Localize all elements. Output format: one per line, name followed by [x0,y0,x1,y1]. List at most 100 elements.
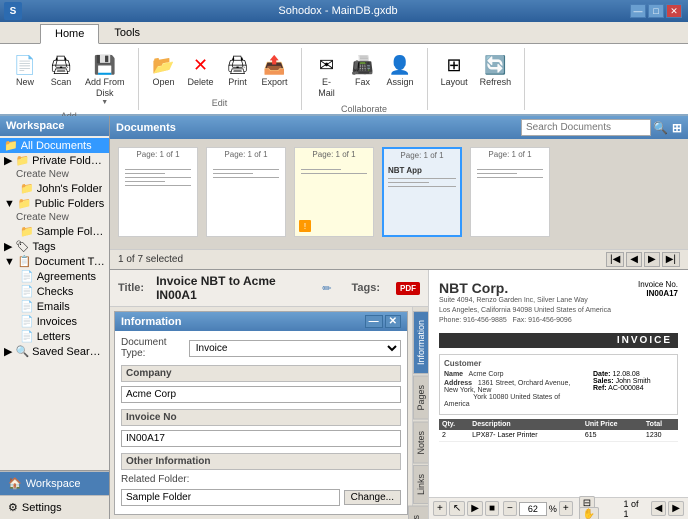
thumbnail-2[interactable]: Page: 1 of 1 [206,147,286,237]
thumb4-page: Page: 1 of 1 [398,149,445,162]
sidebar-item-create-new-private[interactable]: Create New [0,168,109,181]
preview-zoom-out[interactable]: − [503,501,517,516]
thumbnail-4[interactable]: Page: 1 of 1 NBT App [382,147,462,237]
related-folder-input[interactable] [121,489,340,506]
search-input[interactable] [521,119,651,136]
side-tab-notes[interactable]: Notes [413,422,429,464]
side-tab-links[interactable]: Links [413,465,429,504]
public-folders-icon: ▼ [4,198,15,210]
document-title: Invoice NBT to Acme IN00A1 [156,274,310,302]
preview-cursor-btn[interactable]: ↖ [449,501,465,516]
side-tab-other[interactable]: Other Details [408,506,429,519]
preview-add-btn[interactable]: + [433,501,447,516]
refresh-button[interactable]: 🔄 Refresh [475,50,517,91]
ribbon-group-collaborate: ✉ E-Mail 📠 Fax 👤 Assign Collaborate [302,48,428,110]
sidebar-item-public-folders[interactable]: ▼ 📁 Public Folders [0,196,109,211]
customer-right: Date: 12.08.08 Sales: John Smith Ref: AC… [593,371,673,410]
workspace-button[interactable]: 🏠 Workspace [0,471,109,495]
sidebar-item-johns-folder[interactable]: 📁 John's Folder [0,181,109,196]
preview-stop-btn[interactable]: ■ [485,501,499,516]
sidebar-item-agreements[interactable]: 📄 Agreements [0,269,109,284]
preview-next-page[interactable]: ▶ [668,501,684,516]
nav-first[interactable]: |◀ [606,252,624,267]
assign-button[interactable]: 👤 Assign [382,50,419,91]
sidebar-item-private-folders[interactable]: ▶ 📁 Private Folders [0,153,109,168]
info-panel-minimize[interactable]: — [365,315,383,328]
sidebar-item-checks[interactable]: 📄 Checks [0,284,109,299]
doc-type-select[interactable]: Invoice Agreement Check Email Letter [189,340,401,357]
sidebar-item-emails[interactable]: 📄 Emails [0,299,109,314]
sidebar-item-doc-types[interactable]: ▼ 📋 Document Types [0,254,109,269]
minimize-button[interactable]: — [630,4,646,18]
edit-group-label: Edit [212,96,228,108]
email-button[interactable]: ✉ E-Mail [310,50,344,102]
nav-prev[interactable]: ◀ [626,252,642,267]
thumbnail-1[interactable]: Page: 1 of 1 [118,147,198,237]
layout-toggle-icon[interactable]: ⊞ [672,121,682,135]
company-input[interactable] [121,386,401,403]
scan-icon: 🖨 [49,53,73,77]
fax-button[interactable]: 📠 Fax [346,50,380,91]
thumb1-content [119,161,197,236]
sidebar-item-sample-folder[interactable]: 📁 Sample Folder [0,224,109,239]
side-tab-pages[interactable]: Pages [413,376,429,420]
sidebar-item-letters[interactable]: 📄 Letters [0,329,109,344]
nav-next[interactable]: ▶ [644,252,660,267]
emails-label: Emails [37,301,70,313]
print-button[interactable]: 🖨 Print [221,50,255,91]
customer-left: Name Acme Corp Address 1361 Street, Orch… [444,371,585,410]
info-panel-title-text: Information [121,316,182,328]
sidebar-item-tags[interactable]: ▶ 🏷 Tags [0,239,109,254]
assign-icon: 👤 [388,53,412,77]
add-from-disk-button[interactable]: 💾 Add FromDisk ▼ [80,50,130,109]
thumbnail-5[interactable]: Page: 1 of 1 [470,147,550,237]
ribbon-group-add-buttons: 📄 New 🖨 Scan 💾 Add FromDisk ▼ [8,50,130,109]
fax-icon: 📠 [351,53,375,77]
settings-button[interactable]: ⚙ Settings [0,495,109,519]
title-row: Title: Invoice NBT to Acme IN00A1 ✏ Tags… [110,270,428,307]
thumbnail-3[interactable]: Page: 1 of 1 ! [294,147,374,237]
zoom-input[interactable] [519,502,547,516]
sidebar-item-create-new-public[interactable]: Create New [0,211,109,224]
change-button[interactable]: Change... [344,490,401,505]
preview-zoom-in[interactable]: + [559,501,573,516]
pdf-badge: PDF [396,282,420,295]
preview-play-btn[interactable]: ▶ [467,501,483,516]
page-indicator: 1 of 1 [624,499,645,519]
maximize-button[interactable]: □ [648,4,664,18]
row-unit: 615 [582,430,643,442]
tab-home[interactable]: Home [40,24,99,44]
info-panel-close[interactable]: ✕ [385,315,401,328]
preview-toolbar: + ↖ ▶ ■ − % + ⊟ ✋ 1 of 1 ◀ ▶ [429,497,688,519]
layout-button[interactable]: ⊞ Layout [436,50,473,91]
ribbon-group-edit: 📂 Open ✕ Delete 🖨 Print 📤 Export Edit [139,48,302,110]
sidebar-item-all-docs[interactable]: 📁 All Documents [0,138,109,153]
public-folder-folder-icon: 📁 [18,197,32,210]
ref-field: Ref: AC-000084 [593,385,673,392]
scan-button[interactable]: 🖨 Scan [44,50,78,91]
close-button[interactable]: ✕ [666,4,682,18]
side-tab-information[interactable]: Information [413,311,429,374]
add-disk-icon: 💾 [93,53,117,77]
search-icon[interactable]: 🔍 [653,121,668,135]
new-button[interactable]: 📄 New [8,50,42,91]
preview-pan[interactable]: ✋ [579,507,599,519]
preview-prev-page[interactable]: ◀ [651,501,667,516]
sidebar-item-invoices[interactable]: 📄 Invoices [0,314,109,329]
export-button[interactable]: 📤 Export [257,50,293,91]
nav-last[interactable]: ▶| [662,252,680,267]
detail-area: Title: Invoice NBT to Acme IN00A1 ✏ Tags… [110,270,688,519]
new-label: New [16,77,34,88]
sidebar-item-saved-searches[interactable]: ▶ 🔍 Saved Searches [0,344,109,359]
tab-tools[interactable]: Tools [99,23,155,43]
delete-button[interactable]: ✕ Delete [183,50,219,91]
public-folders-label: Public Folders [35,198,105,210]
ribbon-group-view: ⊞ Layout 🔄 Refresh [428,48,526,110]
zoom-percent: % [549,504,557,514]
invoice-no-input[interactable] [121,430,401,447]
thumb5-page: Page: 1 of 1 [486,148,533,161]
open-button[interactable]: 📂 Open [147,50,181,91]
related-folder-row: Related Folder: [121,474,401,485]
edit-title-icon[interactable]: ✏ [322,282,331,295]
private-folders-icon: ▶ [4,154,12,167]
